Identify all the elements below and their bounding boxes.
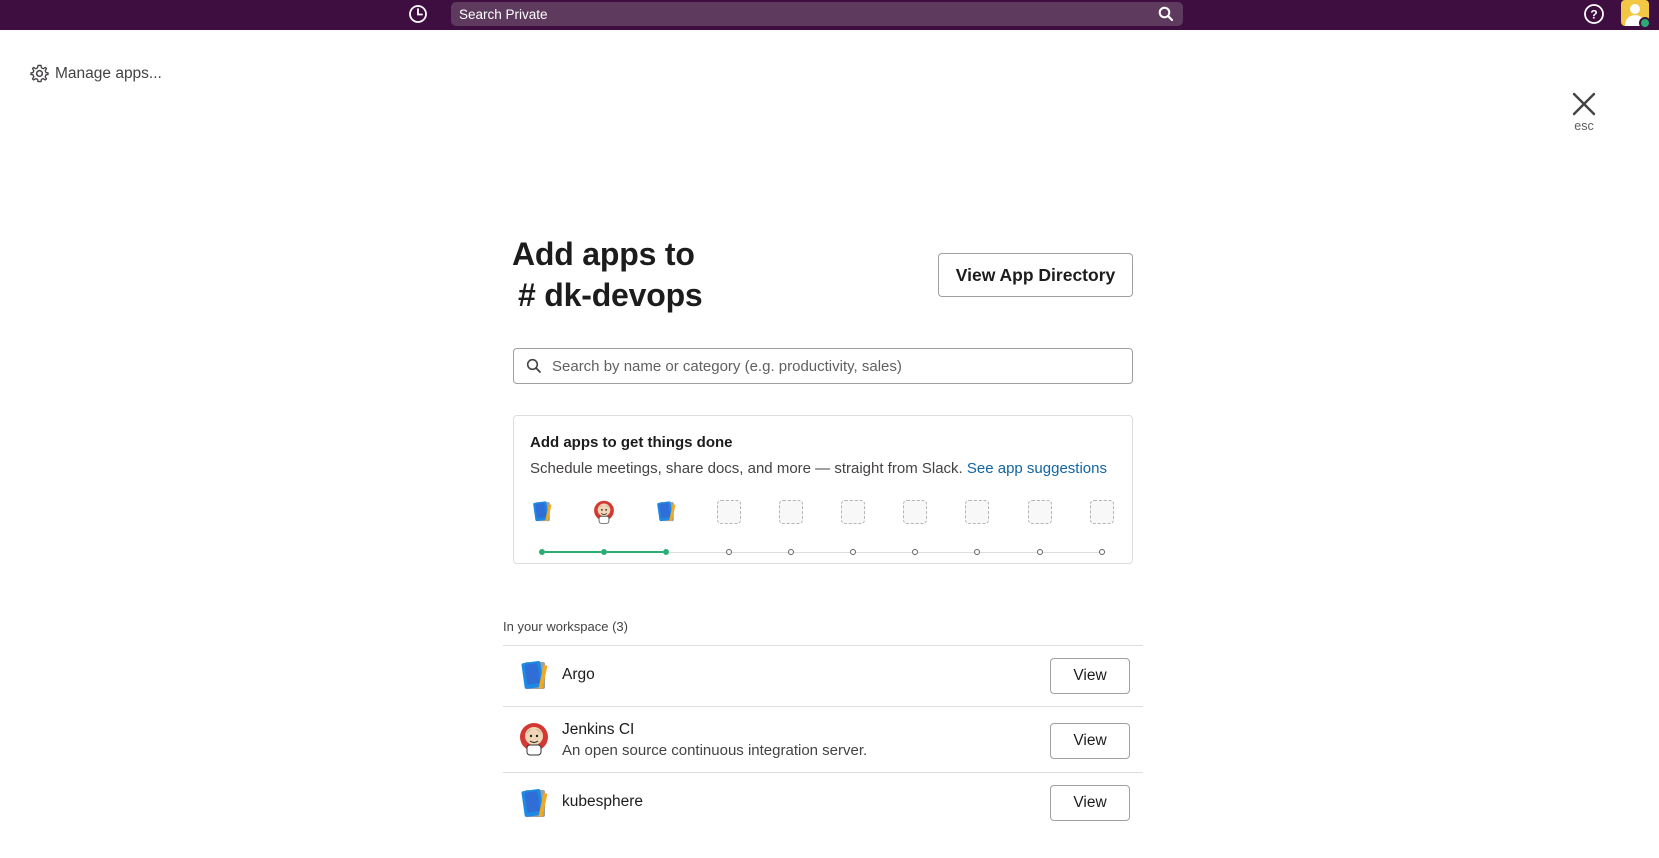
empty-app-slot	[1027, 500, 1052, 524]
book-icon	[517, 659, 551, 693]
manage-apps-link[interactable]: Manage apps...	[30, 64, 162, 83]
empty-app-slot	[841, 500, 865, 524]
jenkins-icon	[517, 722, 551, 756]
app-search-field[interactable]	[513, 348, 1133, 384]
view-app-button[interactable]: View	[1050, 723, 1130, 759]
presence-status-icon	[1639, 17, 1651, 29]
empty-app-slot	[716, 500, 741, 524]
list-item: Jenkins CI An open source continuous int…	[503, 706, 1143, 772]
suggestions-description: Schedule meetings, share docs, and more …	[530, 460, 1107, 477]
progress-track-segment	[669, 552, 726, 553]
suggestions-description-text: Schedule meetings, share docs, and more …	[530, 460, 967, 477]
empty-app-slot	[1089, 500, 1114, 524]
progress-track-segment	[856, 552, 913, 553]
app-name: kubesphere	[562, 793, 644, 810]
suggestions-title: Add apps to get things done	[530, 434, 733, 451]
progress-node	[850, 549, 856, 555]
search-icon	[1158, 6, 1174, 22]
search-icon	[526, 358, 541, 373]
book-icon	[530, 500, 554, 524]
workspace-app-list: Argo View Jenkins CI An open source cont…	[503, 645, 1143, 832]
progress-track-segment	[545, 551, 602, 553]
progress-node	[725, 549, 732, 555]
channel-name: # dk-devops	[518, 277, 703, 313]
title-line-1: Add apps to	[512, 236, 695, 272]
workspace-apps-heading: In your workspace (3)	[503, 619, 628, 634]
view-app-button[interactable]: View	[1050, 785, 1130, 821]
app-suggestions-card: Add apps to get things done Schedule mee…	[513, 415, 1133, 564]
app-name: Jenkins CI	[562, 721, 635, 738]
progress-track-segment	[980, 552, 1037, 553]
list-item: Argo View	[503, 645, 1143, 706]
progress-track-segment	[607, 551, 664, 553]
gear-icon	[30, 64, 49, 83]
progress-node	[539, 549, 545, 555]
app-search-input[interactable]	[552, 357, 1112, 375]
app-info: kubesphere	[562, 793, 643, 811]
close-icon	[1572, 92, 1596, 116]
view-app-button[interactable]: View	[1050, 658, 1130, 694]
app-info: Jenkins CI An open source continuous int…	[562, 721, 867, 759]
workspace-search-bar[interactable]: Search Private	[451, 2, 1183, 26]
view-app-directory-button[interactable]: View App Directory	[938, 253, 1133, 297]
progress-node	[787, 549, 794, 555]
book-icon	[654, 500, 678, 524]
close-button[interactable]: esc	[1569, 89, 1599, 137]
app-description: An open source continuous integration se…	[562, 742, 868, 759]
manage-apps-label: Manage apps...	[55, 64, 162, 82]
progress-node	[1098, 549, 1105, 555]
progress-node	[663, 549, 670, 555]
book-icon	[517, 787, 551, 821]
progress-node	[974, 549, 981, 555]
see-app-suggestions-link[interactable]: See app suggestions	[967, 460, 1107, 477]
esc-hint: esc	[1574, 119, 1594, 133]
progress-node	[912, 549, 919, 555]
empty-app-slot	[903, 500, 928, 524]
help-icon[interactable]: ?	[1583, 3, 1605, 25]
progress-node	[1036, 549, 1043, 555]
apps-progress-tracker	[530, 500, 1120, 555]
progress-track-segment	[918, 552, 975, 553]
empty-app-slot	[965, 500, 990, 524]
svg-text:?: ?	[1590, 8, 1597, 22]
empty-app-slot	[778, 500, 803, 524]
progress-node	[601, 549, 608, 555]
progress-track-segment	[731, 552, 788, 553]
progress-track-segment	[1042, 552, 1099, 553]
search-bar-label: Search Private	[459, 6, 548, 22]
list-item: kubesphere View	[503, 772, 1143, 832]
top-bar: Search Private ?	[0, 0, 1659, 30]
app-name: Argo	[562, 666, 595, 683]
history-icon[interactable]	[407, 3, 429, 25]
app-info: Argo	[562, 666, 595, 684]
jenkins-icon	[592, 500, 616, 524]
page-title: Add apps to # dk-devops	[512, 234, 703, 316]
progress-track-segment	[793, 552, 850, 553]
